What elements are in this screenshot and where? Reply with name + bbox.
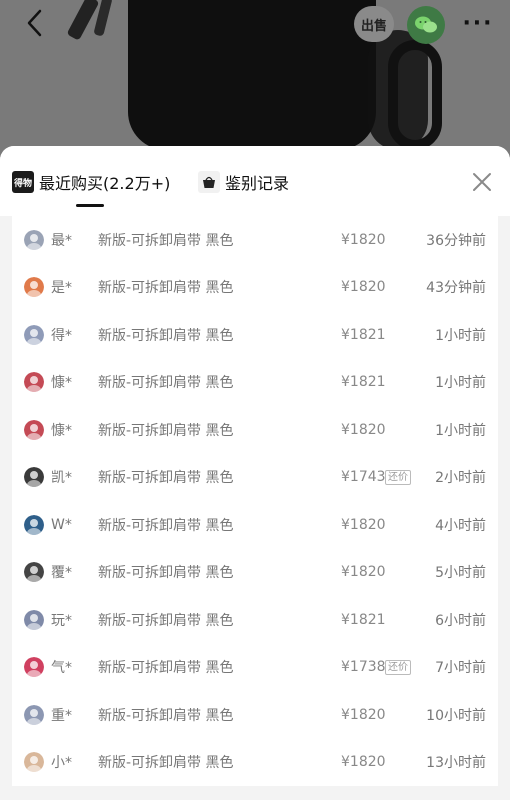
purchase-row: 慷* 新版-可拆卸肩带 黑色 ¥1820 1小时前: [12, 406, 498, 454]
bag-strap: [388, 40, 442, 150]
buyer-name: 得*: [51, 327, 72, 344]
purchase-price: ¥1820: [341, 564, 386, 581]
buyer-name: 是*: [51, 280, 72, 297]
avatar: [24, 752, 44, 773]
product-variant: 新版-可拆卸肩带 黑色: [98, 565, 234, 582]
zipper-pull: [66, 0, 100, 41]
product-variant: 新版-可拆卸肩带 黑色: [98, 612, 234, 629]
product-variant: 新版-可拆卸肩带 黑色: [98, 280, 234, 297]
purchase-time: 4小时前: [435, 517, 486, 534]
close-icon: [473, 173, 491, 191]
wechat-icon: [415, 16, 437, 33]
purchase-row: 慷* 新版-可拆卸肩带 黑色 ¥1821 1小时前: [12, 359, 498, 407]
avatar: [24, 324, 44, 345]
product-variant: 新版-可拆卸肩带 黑色: [98, 517, 234, 534]
purchase-price: ¥1821: [341, 326, 386, 343]
avatar: [24, 657, 44, 678]
chevron-left-icon: [27, 9, 42, 37]
buyer-name: 凯*: [51, 470, 72, 487]
purchase-price: ¥1820: [341, 516, 386, 533]
buyer-name: W*: [51, 516, 72, 533]
purchase-price: ¥1738: [341, 659, 386, 676]
product-variant: 新版-可拆卸肩带 黑色: [98, 660, 234, 677]
purchase-time: 10小时前: [426, 707, 486, 724]
purchase-time: 1小时前: [435, 422, 486, 439]
purchase-time: 7小时前: [435, 660, 486, 677]
purchase-row: W* 新版-可拆卸肩带 黑色 ¥1820 4小时前: [12, 501, 498, 549]
purchase-row: 最* 新版-可拆卸肩带 黑色 ¥1820 36分钟前: [12, 216, 498, 264]
avatar: [24, 277, 44, 298]
purchase-time: 13小时前: [426, 755, 486, 772]
purchase-row: 凯* 新版-可拆卸肩带 黑色 ¥1743 还价 2小时前: [12, 454, 498, 502]
product-variant: 新版-可拆卸肩带 黑色: [98, 470, 234, 487]
purchase-time: 1小时前: [435, 375, 486, 392]
avatar: [24, 372, 44, 393]
purchase-row: 是* 新版-可拆卸肩带 黑色 ¥1820 43分钟前: [12, 264, 498, 312]
purchase-time: 1小时前: [435, 327, 486, 344]
product-variant: 新版-可拆卸肩带 黑色: [98, 375, 234, 392]
avatar: [24, 514, 44, 535]
product-variant: 新版-可拆卸肩带 黑色: [98, 232, 234, 249]
dewu-logo-icon: 得物: [12, 171, 34, 193]
purchase-price: ¥1821: [341, 611, 386, 628]
purchase-row: 重* 新版-可拆卸肩带 黑色 ¥1820 10小时前: [12, 691, 498, 739]
purchase-time: 36分钟前: [426, 232, 486, 249]
avatar: [24, 419, 44, 440]
purchase-price: ¥1820: [341, 421, 386, 438]
purchase-time: 2小时前: [435, 470, 486, 487]
bag-body: [128, 0, 376, 150]
bag-icon: [198, 171, 220, 193]
purchase-price: ¥1821: [341, 374, 386, 391]
purchase-price: ¥1820: [341, 754, 386, 771]
purchase-price: ¥1820: [341, 706, 386, 723]
tab-label: 最近购买(2.2万+): [39, 174, 171, 193]
purchase-time: 43分钟前: [426, 280, 486, 297]
purchase-price: ¥1820: [341, 279, 386, 296]
product-variant: 新版-可拆卸肩带 黑色: [98, 422, 234, 439]
active-tab-indicator: [76, 204, 104, 207]
purchase-price: ¥1743: [341, 469, 386, 486]
dewu-logo-text: 得物: [13, 178, 32, 189]
wechat-share-button[interactable]: [407, 6, 445, 44]
more-button[interactable]: ···: [458, 6, 498, 40]
purchase-price: ¥1820: [341, 231, 386, 248]
back-button[interactable]: [14, 6, 54, 40]
tab-label: 鉴别记录: [225, 174, 290, 193]
counter-offer-badge: 还价: [385, 469, 411, 485]
sheet-header: 得物 最近购买(2.2万+) 鉴别记录: [0, 146, 510, 216]
product-variant: 新版-可拆卸肩带 黑色: [98, 755, 234, 772]
sell-button[interactable]: 出售: [354, 6, 394, 42]
avatar: [24, 562, 44, 583]
avatar: [24, 229, 44, 250]
avatar: [24, 704, 44, 725]
recent-purchases-sheet: 得物 最近购买(2.2万+) 鉴别记录 最* 新版-可拆卸肩带 黑色 ¥1820 36…: [0, 146, 510, 800]
avatar: [24, 467, 44, 488]
purchase-row: 小* 新版-可拆卸肩带 黑色 ¥1820 13小时前: [12, 739, 498, 787]
buyer-name: 慷*: [51, 375, 72, 392]
purchase-time: 6小时前: [435, 612, 486, 629]
counter-offer-badge: 还价: [385, 659, 411, 675]
purchase-row: 得* 新版-可拆卸肩带 黑色 ¥1821 1小时前: [12, 311, 498, 359]
tab-authentication-records[interactable]: 鉴别记录: [198, 168, 289, 196]
product-variant: 新版-可拆卸肩带 黑色: [98, 707, 234, 724]
purchase-row: 玩* 新版-可拆卸肩带 黑色 ¥1821 6小时前: [12, 596, 498, 644]
buyer-name: 覆*: [51, 565, 72, 582]
purchase-row: 覆* 新版-可拆卸肩带 黑色 ¥1820 5小时前: [12, 549, 498, 597]
tab-recent-purchases[interactable]: 得物 最近购买(2.2万+): [12, 168, 170, 196]
buyer-name: 气*: [51, 660, 72, 677]
purchase-list: 最* 新版-可拆卸肩带 黑色 ¥1820 36分钟前是* 新版-可拆卸肩带 黑色 ¥182…: [12, 216, 498, 786]
close-button[interactable]: [470, 170, 494, 194]
sell-label: 出售: [360, 18, 387, 34]
buyer-name: 最*: [51, 232, 72, 249]
product-variant: 新版-可拆卸肩带 黑色: [98, 327, 234, 344]
more-dots-icon: ···: [462, 10, 494, 36]
buyer-name: 慷*: [51, 422, 72, 439]
buyer-name: 小*: [51, 755, 72, 772]
avatar: [24, 609, 44, 630]
purchase-time: 5小时前: [435, 565, 486, 582]
purchase-row: 气* 新版-可拆卸肩带 黑色 ¥1738 还价 7小时前: [12, 644, 498, 692]
buyer-name: 重*: [51, 707, 72, 724]
buyer-name: 玩*: [51, 612, 72, 629]
